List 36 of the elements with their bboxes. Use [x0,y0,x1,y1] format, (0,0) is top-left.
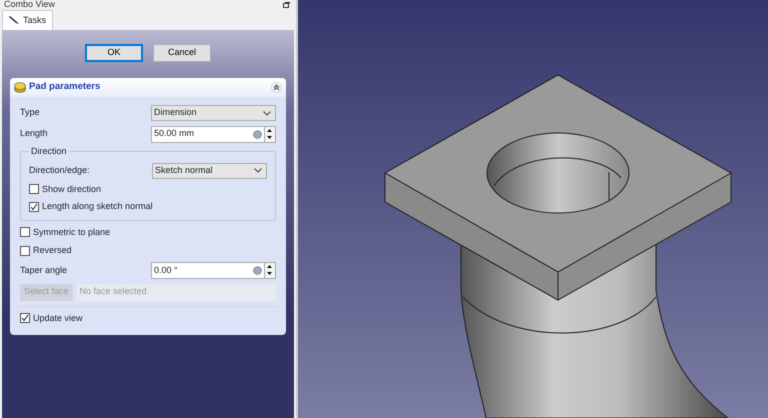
ok-button[interactable]: OK [85,44,143,62]
field-label: Direction/edge: [29,164,91,177]
field-label: Type [20,106,41,120]
checkbox[interactable] [20,246,30,256]
checkbox[interactable] [29,202,39,212]
dropdown[interactable]: Dimension [151,105,276,121]
chevron-down-icon [263,110,271,116]
field-label: Length [20,127,49,140]
checkbox-label: Update view [33,312,83,325]
expression-icon[interactable] [253,266,262,275]
pad-icon [14,82,26,93]
spin-down-icon[interactable] [265,270,274,277]
checkbox[interactable] [20,313,30,324]
chevron-down-icon [254,168,262,173]
section-title: Pad parameters [29,80,102,94]
cancel-button[interactable]: Cancel [153,44,211,62]
checkbox-label: Symmetric to plane [33,226,110,239]
undock-icon[interactable] [283,2,290,8]
tab[interactable]: Tasks [2,10,54,30]
spin-up-icon[interactable] [265,263,274,270]
collapse-icon[interactable] [271,82,282,93]
input-field[interactable]: 0.00 ° [151,262,265,279]
input-field[interactable]: 50.00 mm [151,126,265,142]
panel-title: Combo View [4,0,55,8]
field-label: Taper angle [20,264,68,277]
dropdown[interactable]: Sketch normal [152,162,267,178]
spin-down-icon[interactable] [265,134,274,140]
spin-up-icon[interactable] [265,126,274,134]
expression-icon[interactable] [253,130,262,138]
checkbox-label: Reversed [33,244,72,257]
checkbox-label: Length along sketch normal [42,200,153,213]
3d-viewport[interactable] [298,0,768,418]
checkbox[interactable] [20,227,30,238]
checkbox[interactable] [29,184,39,194]
pencil-icon [9,15,20,26]
checkbox-label: Show direction [42,182,102,196]
